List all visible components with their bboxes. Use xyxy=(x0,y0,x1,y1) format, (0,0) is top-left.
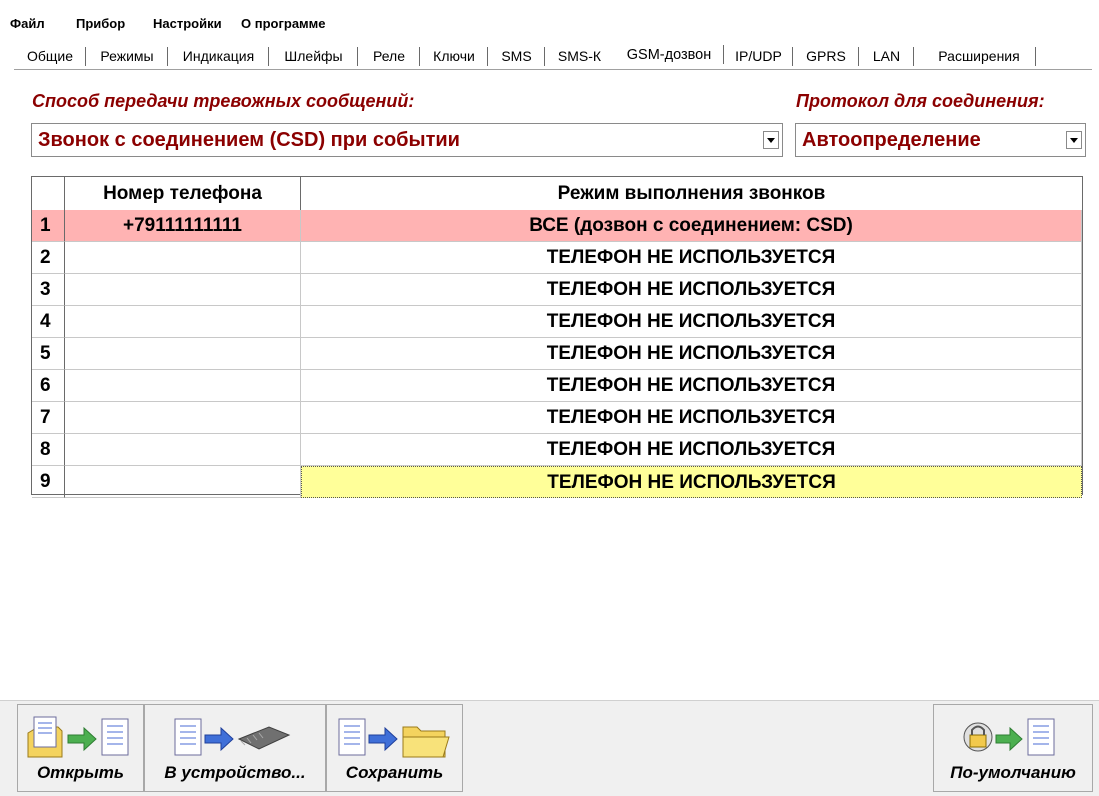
save-button[interactable]: Сохранить xyxy=(326,704,463,792)
tab-label: Индикация xyxy=(182,48,255,64)
tab-panel-border xyxy=(14,69,1092,70)
table-row[interactable]: 1 +79111111111 ВСЕ (дозвон с соединением: … xyxy=(32,210,1082,242)
tab-indication[interactable]: Индикация xyxy=(168,44,269,68)
phone-cell[interactable] xyxy=(65,306,301,338)
tab-label: GPRS xyxy=(806,48,846,64)
row-index: 2 xyxy=(32,242,65,274)
open-file-icon xyxy=(27,716,129,758)
bottom-toolbar: Открыть В устройство... Сохранить По-умо… xyxy=(0,700,1099,796)
menu-about[interactable]: О программе xyxy=(241,16,326,31)
table-row[interactable]: 6 ТЕЛЕФОН НЕ ИСПОЛЬЗУЕТСЯ xyxy=(32,370,1082,402)
factory-reset-icon xyxy=(963,718,1055,756)
header-index xyxy=(32,177,65,210)
table-row[interactable]: 8 ТЕЛЕФОН НЕ ИСПОЛЬЗУЕТСЯ xyxy=(32,434,1082,466)
tab-general[interactable]: Общие xyxy=(14,44,86,68)
row-index: 9 xyxy=(32,466,65,498)
tab-sms[interactable]: SMS xyxy=(488,44,545,68)
open-button[interactable]: Открыть xyxy=(17,704,144,792)
phone-cell[interactable]: +79111111111 xyxy=(65,210,301,242)
transfer-method-select[interactable]: Звонок с соединением (CSD) при событии xyxy=(31,123,783,157)
phone-cell[interactable] xyxy=(65,466,301,498)
phone-grid: Номер телефона Режим выполнения звонков … xyxy=(31,176,1083,498)
header-phone: Номер телефона xyxy=(65,177,301,210)
grid-header: Номер телефона Режим выполнения звонков xyxy=(32,177,1082,210)
table-row[interactable]: 2 ТЕЛЕФОН НЕ ИСПОЛЬЗУЕТСЯ xyxy=(32,242,1082,274)
protocol-value: Автоопределение xyxy=(802,129,981,151)
save-file-icon xyxy=(338,718,450,758)
call-mode-cell[interactable]: ТЕЛЕФОН НЕ ИСПОЛЬЗУЕТСЯ xyxy=(301,338,1082,370)
row-index: 5 xyxy=(32,338,65,370)
tab-label: SMS xyxy=(501,48,532,64)
table-row[interactable]: 7 ТЕЛЕФОН НЕ ИСПОЛЬЗУЕТСЯ xyxy=(32,402,1082,434)
tab-label: Режимы xyxy=(100,48,154,64)
defaults-label: По-умолчанию xyxy=(950,763,1076,782)
table-row[interactable]: 9 ТЕЛЕФОН НЕ ИСПОЛЬЗУЕТСЯ xyxy=(32,466,1082,498)
open-label: Открыть xyxy=(36,763,125,782)
transfer-method-value: Звонок с соединением (CSD) при событии xyxy=(38,129,460,151)
tab-modes[interactable]: Режимы xyxy=(86,44,168,68)
menu-bar: Файл Прибор Настройки О программе xyxy=(0,0,1099,36)
tab-keys[interactable]: Ключи xyxy=(420,44,488,68)
tab-label: Расширения xyxy=(938,48,1020,64)
to-device-button[interactable]: В устройство... xyxy=(144,704,326,792)
tab-label: Общие xyxy=(26,48,74,64)
row-index: 3 xyxy=(32,274,65,306)
chevron-down-icon[interactable] xyxy=(763,131,779,149)
row-index: 8 xyxy=(32,434,65,466)
phone-cell[interactable] xyxy=(65,434,301,466)
call-mode-cell[interactable]: ТЕЛЕФОН НЕ ИСПОЛЬЗУЕТСЯ xyxy=(301,306,1082,338)
row-index: 6 xyxy=(32,370,65,402)
phone-cell[interactable] xyxy=(65,402,301,434)
call-mode-cell[interactable]: ТЕЛЕФОН НЕ ИСПОЛЬЗУЕТСЯ xyxy=(301,466,1082,498)
call-mode-cell[interactable]: ТЕЛЕФОН НЕ ИСПОЛЬЗУЕТСЯ xyxy=(301,402,1082,434)
tab-lan[interactable]: LAN xyxy=(859,44,914,68)
tab-ip-udp[interactable]: IP/UDP xyxy=(724,44,793,68)
menu-file[interactable]: Файл xyxy=(10,16,45,31)
protocol-select[interactable]: Автоопределение xyxy=(795,123,1086,157)
defaults-button[interactable]: По-умолчанию xyxy=(933,704,1093,792)
call-mode-cell[interactable]: ТЕЛЕФОН НЕ ИСПОЛЬЗУЕТСЯ xyxy=(301,370,1082,402)
tab-sms-k[interactable]: SMS-К xyxy=(545,44,614,68)
table-row[interactable]: 4 ТЕЛЕФОН НЕ ИСПОЛЬЗУЕТСЯ xyxy=(32,306,1082,338)
tab-loops[interactable]: Шлейфы xyxy=(269,44,358,68)
menu-settings[interactable]: Настройки xyxy=(153,16,222,31)
call-mode-cell[interactable]: ТЕЛЕФОН НЕ ИСПОЛЬЗУЕТСЯ xyxy=(301,434,1082,466)
row-index: 1 xyxy=(32,210,65,242)
phone-cell[interactable] xyxy=(65,274,301,306)
tab-label: GSM-дозвон xyxy=(626,47,712,63)
chevron-down-icon[interactable] xyxy=(1066,131,1082,149)
table-row[interactable]: 5 ТЕЛЕФОН НЕ ИСПОЛЬЗУЕТСЯ xyxy=(32,338,1082,370)
upload-to-device-icon xyxy=(174,718,291,756)
menu-device[interactable]: Прибор xyxy=(76,16,125,31)
tab-gsm-dial[interactable]: GSM-дозвон xyxy=(614,42,724,68)
save-label: Сохранить xyxy=(345,763,444,782)
to-device-label: В устройство... xyxy=(164,763,306,782)
tab-label: Реле xyxy=(373,48,405,64)
tab-label: SMS-К xyxy=(557,48,602,64)
protocol-label: Протокол для соединения: xyxy=(796,91,1045,111)
tab-label: LAN xyxy=(872,48,901,64)
call-mode-cell[interactable]: ВСЕ (дозвон с соединением: CSD) xyxy=(301,210,1082,242)
row-index: 7 xyxy=(32,402,65,434)
phone-cell[interactable] xyxy=(65,370,301,402)
transfer-method-label: Способ передачи тревожных сообщений: xyxy=(32,91,415,111)
tab-label: Шлейфы xyxy=(284,48,343,64)
tab-extensions[interactable]: Расширения xyxy=(922,44,1036,68)
tab-label: Ключи xyxy=(433,48,475,64)
phone-cell[interactable] xyxy=(65,338,301,370)
call-mode-cell[interactable]: ТЕЛЕФОН НЕ ИСПОЛЬЗУЕТСЯ xyxy=(301,242,1082,274)
row-index: 4 xyxy=(32,306,65,338)
tab-label: IP/UDP xyxy=(735,48,782,64)
phone-cell[interactable] xyxy=(65,242,301,274)
table-row[interactable]: 3 ТЕЛЕФОН НЕ ИСПОЛЬЗУЕТСЯ xyxy=(32,274,1082,306)
call-mode-cell[interactable]: ТЕЛЕФОН НЕ ИСПОЛЬЗУЕТСЯ xyxy=(301,274,1082,306)
header-mode: Режим выполнения звонков xyxy=(557,183,826,204)
tab-gprs[interactable]: GPRS xyxy=(793,44,859,68)
tab-relay[interactable]: Реле xyxy=(358,44,420,68)
